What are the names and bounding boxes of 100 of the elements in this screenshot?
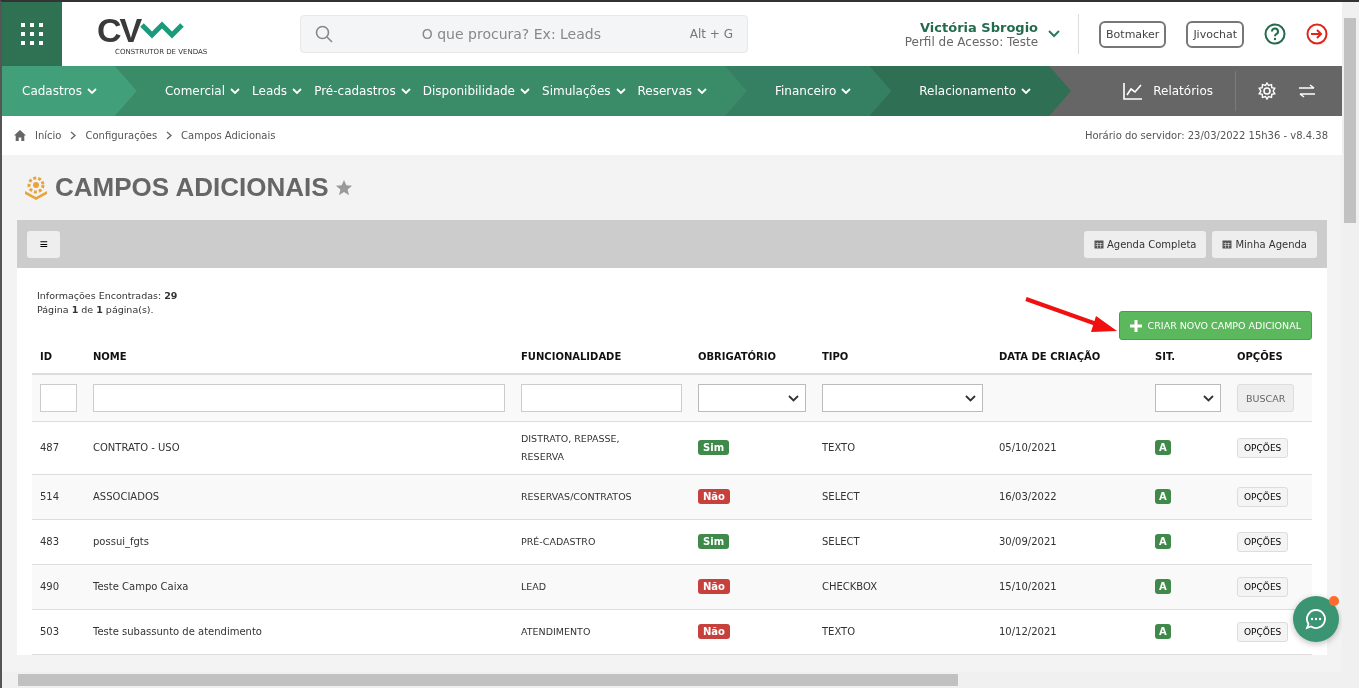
chevron-right-icon <box>166 131 173 140</box>
table-cell-text: SELECT <box>821 490 861 504</box>
required-badge: Sim <box>698 534 730 549</box>
plus-icon <box>1129 319 1142 332</box>
column-header: SIT. <box>1154 351 1177 362</box>
menu-button[interactable]: ≡ <box>27 230 60 258</box>
calendar-icon <box>1093 239 1104 249</box>
table-cell-text: PRÉ-CADASTRO <box>520 535 597 549</box>
options-button[interactable]: OPÇÕES <box>1237 576 1289 597</box>
column-header: FUNCIONALIDADE <box>520 351 623 362</box>
search-bar[interactable]: O que procura? Ex: Leads Alt + G <box>300 15 748 53</box>
options-button[interactable]: OPÇÕES <box>1237 621 1289 642</box>
table-cell-text: 30/09/2021 <box>998 535 1058 549</box>
options-button[interactable]: OPÇÕES <box>1237 437 1289 458</box>
table-cell-text: 503 <box>39 625 61 639</box>
table-cell-text: 16/03/2022 <box>998 490 1058 504</box>
nav-menu-item[interactable]: Reservas <box>637 84 707 98</box>
agenda-button[interactable]: Agenda Completa <box>1083 230 1207 258</box>
table-cell-text: ATENDIMENTO <box>520 625 592 639</box>
table-cell-text: ASSOCIADOS <box>92 490 161 504</box>
swap-arrows-icon[interactable] <box>1298 84 1316 98</box>
required-badge: Não <box>698 579 730 594</box>
required-badge: Sim <box>698 440 730 455</box>
column-header: ID <box>39 351 54 362</box>
status-badge: A <box>1155 489 1171 504</box>
column-header: DATA DE CRIAÇÃO <box>998 351 1102 362</box>
table-cell-text: LEAD <box>520 580 548 594</box>
nav-menu-item[interactable]: Relacionamento <box>919 84 1032 98</box>
table-cell-text: Teste subassunto de atendimento <box>92 625 263 639</box>
agenda-button[interactable]: Minha Agenda <box>1212 230 1317 258</box>
reports-link[interactable]: Relatórios <box>1123 82 1213 100</box>
table-cell-text: TEXTO <box>821 625 857 639</box>
filter-field[interactable] <box>40 384 77 412</box>
user-profile: Perfil de Acesso: Teste <box>904 34 1039 49</box>
settings-icon[interactable] <box>1258 82 1276 100</box>
options-button[interactable]: OPÇÕES <box>1237 486 1289 507</box>
vertical-scrollbar[interactable] <box>1342 0 1359 688</box>
server-time: Horário do servidor: 23/03/2022 15h36 - v8.4.38 <box>1084 130 1328 141</box>
wave-icon <box>140 21 185 39</box>
box-gear-icon <box>23 174 49 201</box>
chevron-down-icon <box>292 87 303 95</box>
grid-icon <box>20 22 44 46</box>
table-cell-text: 483 <box>39 535 61 549</box>
user-name: Victória Sbrogio <box>920 19 1039 35</box>
table-cell-text: CHECKBOX <box>821 580 879 594</box>
breadcrumb-link[interactable]: Campos Adicionais <box>181 130 276 141</box>
chat-bubble-icon <box>1305 608 1327 630</box>
search-field[interactable]: O que procura? Ex: Leads <box>345 25 678 43</box>
search-button[interactable]: BUSCAR <box>1237 384 1295 412</box>
table-cell-text: 487 <box>39 441 61 455</box>
home-icon <box>14 130 26 141</box>
table-cell-text: Teste Campo Caixa <box>92 580 190 594</box>
integration-button[interactable]: Jivochat <box>1186 20 1244 48</box>
chevron-down-icon <box>520 87 530 95</box>
nav-menu-item[interactable]: Leads <box>252 84 303 98</box>
chevron-down-icon <box>230 87 241 95</box>
table-cell-text: possui_fgts <box>92 535 150 550</box>
chevron-down-icon <box>965 394 976 402</box>
filter-dropdown[interactable] <box>1155 384 1221 412</box>
horizontal-scrollbar[interactable] <box>2 672 1342 688</box>
page-title: CAMPOS ADICIONAIS <box>55 172 329 203</box>
integration-button[interactable]: Botmaker <box>1099 20 1167 48</box>
chevron-down-icon <box>1021 87 1032 95</box>
status-badge: A <box>1155 624 1171 639</box>
table-cell-text: 15/10/2021 <box>998 580 1058 594</box>
filter-field[interactable] <box>521 384 682 412</box>
breadcrumb-link[interactable]: Configurações <box>85 130 158 141</box>
apps-menu-button[interactable] <box>2 2 62 66</box>
chevron-down-icon <box>615 87 626 95</box>
search-icon <box>315 25 333 43</box>
nav-menu-item[interactable]: Comercial <box>164 84 241 98</box>
chevron-down-icon <box>1203 394 1214 402</box>
table-cell-text: 05/10/2021 <box>998 441 1058 455</box>
line-chart-icon <box>1123 82 1144 100</box>
help-icon[interactable] <box>1264 23 1286 45</box>
chevron-down-icon[interactable] <box>1048 30 1061 38</box>
chevron-down-icon <box>841 87 852 95</box>
star-icon[interactable] <box>334 178 353 197</box>
chevron-down-icon <box>788 394 799 402</box>
shortcut-hint: Alt + G <box>689 27 733 41</box>
column-header: TIPO <box>821 351 850 362</box>
filter-dropdown[interactable] <box>698 384 806 412</box>
filter-dropdown[interactable] <box>822 384 983 412</box>
column-header: OPÇÕES <box>1236 351 1284 362</box>
nav-menu-item[interactable]: Simulações <box>542 84 626 98</box>
table-cell-text: CONTRATO - USO <box>92 441 181 455</box>
table-cell-text: 514 <box>39 490 61 504</box>
required-badge: Não <box>698 489 730 504</box>
breadcrumb-link[interactable]: Início <box>35 130 62 141</box>
nav-menu-item[interactable]: Disponibilidade <box>422 84 530 98</box>
table-cell-text: RESERVAS/CONTRATOS <box>520 490 633 504</box>
logout-icon[interactable] <box>1306 23 1328 45</box>
nav-menu-item[interactable]: Financeiro <box>775 84 852 98</box>
table-cell-text: TEXTO <box>821 441 857 455</box>
status-badge: A <box>1155 534 1171 549</box>
table-cell-text: 10/12/2021 <box>998 625 1058 639</box>
options-button[interactable]: OPÇÕES <box>1237 531 1289 552</box>
nav-menu-item[interactable]: Pré-cadastros <box>314 84 411 98</box>
filter-field[interactable] <box>93 384 505 412</box>
required-badge: Não <box>698 624 730 639</box>
